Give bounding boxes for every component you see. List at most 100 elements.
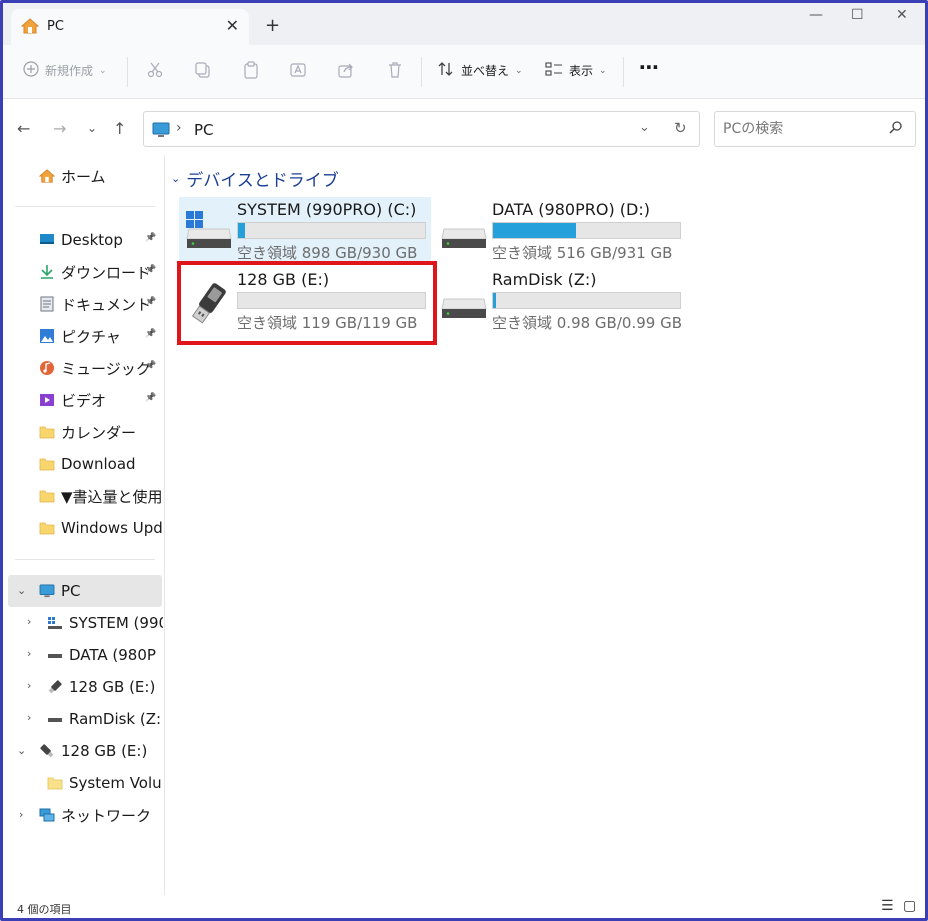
drive-usage-fill — [493, 223, 577, 238]
copy-button[interactable] — [194, 61, 212, 79]
chevron-down-icon: ⌄ — [515, 65, 523, 76]
document-icon — [39, 296, 55, 312]
chevron-right-icon[interactable]: › — [19, 808, 23, 821]
refresh-icon[interactable]: ↻ — [674, 119, 687, 137]
share-button[interactable] — [337, 61, 355, 79]
sidebar-item-pictures[interactable]: ピクチャ — [39, 320, 121, 352]
chevron-right-icon[interactable]: › — [27, 711, 31, 724]
folder-icon — [39, 456, 55, 472]
details-view-icon[interactable]: ☰ — [881, 898, 894, 914]
paste-icon — [244, 61, 258, 79]
chevron-right-icon[interactable]: › — [27, 679, 31, 692]
sort-button[interactable]: 並べ替え ⌄ — [437, 61, 523, 80]
pin-icon[interactable]: 📌 — [145, 361, 156, 371]
search-icon[interactable] — [889, 120, 903, 138]
sidebar-divider — [15, 206, 155, 207]
tiles-view-icon[interactable]: ▢ — [903, 898, 916, 914]
new-tab-button[interactable]: + — [265, 15, 280, 36]
tab-close-icon[interactable]: ✕ — [226, 16, 239, 35]
drive-name: RamDisk (Z:) — [492, 270, 597, 289]
chevron-down-icon: ⌄ — [99, 65, 107, 76]
drive-tile[interactable]: SYSTEM (990PRO) (C:) 空き領域 898 GB/930 GB — [179, 197, 431, 263]
sidebar-item-label: ホーム — [61, 167, 106, 186]
drive-name: SYSTEM (990PRO) (C:) — [237, 200, 417, 219]
sidebar-item-download[interactable]: ダウンロード — [39, 256, 151, 288]
sidebar-item-usb[interactable]: 128 GB (E:) — [39, 735, 147, 767]
sidebar-item-document[interactable]: ドキュメント — [39, 288, 151, 320]
plus-circle-icon — [23, 61, 39, 80]
back-arrow-icon[interactable]: ← — [17, 119, 30, 138]
sidebar-item-folder[interactable]: カレンダー — [39, 416, 136, 448]
address-history-chevron-icon[interactable]: ⌄ — [639, 120, 650, 135]
drive-icon — [47, 711, 63, 727]
pin-icon[interactable]: 📌 — [145, 329, 156, 339]
chevron-right-icon[interactable]: › — [27, 647, 31, 660]
sidebar-item-folder[interactable]: Windows Upd — [39, 512, 163, 544]
sidebar-item-drive[interactable]: SYSTEM (990 — [47, 607, 163, 639]
sidebar-item-home[interactable]: ホーム — [39, 160, 106, 192]
drive-icon — [47, 647, 63, 663]
close-window-button[interactable]: ✕ — [896, 7, 908, 23]
recent-chevron-icon[interactable]: ⌄ — [87, 121, 97, 135]
drive-usage-fill — [493, 293, 496, 308]
sidebar-item-folder[interactable]: Download — [39, 448, 136, 480]
sidebar-item-folder[interactable]: ▼書込量と使用 — [39, 480, 163, 512]
sidebar-item-drive[interactable]: DATA (980P — [47, 639, 156, 671]
drive-tile[interactable]: RamDisk (Z:) 空き領域 0.98 GB/0.99 GB — [434, 267, 686, 333]
chevron-down-icon[interactable]: ⌄ — [17, 584, 26, 597]
section-header-devices[interactable]: ⌄ デバイスとドライブ — [171, 166, 339, 191]
pin-icon[interactable]: 📌 — [145, 233, 156, 243]
sidebar-item-system-volume[interactable]: System Volu — [47, 767, 162, 799]
tab-pc[interactable]: PC ✕ — [11, 9, 249, 45]
sidebar-item-label: RamDisk (Z: — [69, 710, 162, 728]
chevron-right-icon[interactable]: › — [27, 615, 31, 628]
sidebar-item-label: DATA (980P — [69, 646, 156, 664]
cut-button[interactable] — [146, 61, 164, 79]
sidebar-item-desktop[interactable]: Desktop — [39, 224, 123, 256]
pin-icon[interactable]: 📌 — [145, 297, 156, 307]
sidebar-item-label: ピクチャ — [61, 327, 121, 346]
tab-title: PC — [47, 19, 64, 34]
address-bar[interactable]: › PC ⌄ ↻ — [143, 111, 700, 147]
view-button[interactable]: 表示 ⌄ — [545, 61, 607, 80]
pin-icon[interactable]: 📌 — [145, 393, 156, 403]
home-icon — [20, 18, 40, 38]
sidebar-item-music[interactable]: ミュージック — [39, 352, 151, 384]
up-arrow-icon[interactable]: ↑ — [113, 119, 126, 138]
pane-splitter[interactable] — [164, 155, 165, 895]
usb-drive-icon — [39, 743, 55, 759]
pc-icon — [39, 583, 55, 599]
breadcrumb-pc[interactable]: PC — [194, 121, 214, 139]
trash-icon — [389, 62, 401, 78]
new-button[interactable]: 新規作成 ⌄ — [23, 61, 107, 80]
drive-usage-bar — [492, 222, 681, 239]
rename-button[interactable] — [289, 61, 307, 79]
drive-icon — [440, 209, 488, 253]
drive-name: DATA (980PRO) (D:) — [492, 200, 650, 219]
forward-arrow-icon[interactable]: → — [53, 119, 66, 138]
drive-tile[interactable]: DATA (980PRO) (D:) 空き領域 516 GB/931 GB — [434, 197, 686, 263]
delete-button[interactable] — [386, 61, 404, 79]
maximize-button[interactable]: ☐ — [851, 7, 864, 23]
toolbar-divider — [623, 57, 624, 87]
more-options-button[interactable]: ⋯ — [639, 55, 659, 79]
explorer-window: PC ✕ + — ☐ ✕ 新規作成 ⌄ 並べ替え ⌄ 表示 ⌄ ⋯ ← → ⌄ … — [0, 0, 928, 921]
sidebar-item-drive[interactable]: RamDisk (Z: — [47, 703, 161, 735]
navigation-pane: ホーム Desktop 📌 ダウンロード 📌 ドキュメント 📌 ピクチャ 📌 ミュージック 📌 ビデ… — [3, 155, 163, 895]
chevron-down-icon[interactable]: ⌄ — [17, 744, 26, 757]
sidebar-item-network[interactable]: ネットワーク — [39, 799, 151, 831]
new-label: 新規作成 — [45, 64, 94, 78]
search-box[interactable] — [714, 111, 916, 147]
sidebar-item-label: カレンダー — [61, 423, 137, 442]
sidebar-item-video[interactable]: ビデオ — [39, 384, 106, 416]
pin-icon[interactable]: 📌 — [145, 265, 156, 275]
folder-icon — [47, 775, 63, 791]
minimize-button[interactable]: — — [809, 7, 823, 23]
search-input[interactable] — [723, 119, 883, 139]
annotation-highlight-box — [177, 261, 437, 345]
sidebar-item-drive[interactable]: 128 GB (E:) — [47, 671, 155, 703]
paste-button[interactable] — [242, 61, 260, 79]
view-label: 表示 — [569, 64, 594, 78]
sidebar-item-pc[interactable]: PC — [39, 575, 81, 607]
sidebar-item-label: ネットワーク — [61, 806, 152, 825]
